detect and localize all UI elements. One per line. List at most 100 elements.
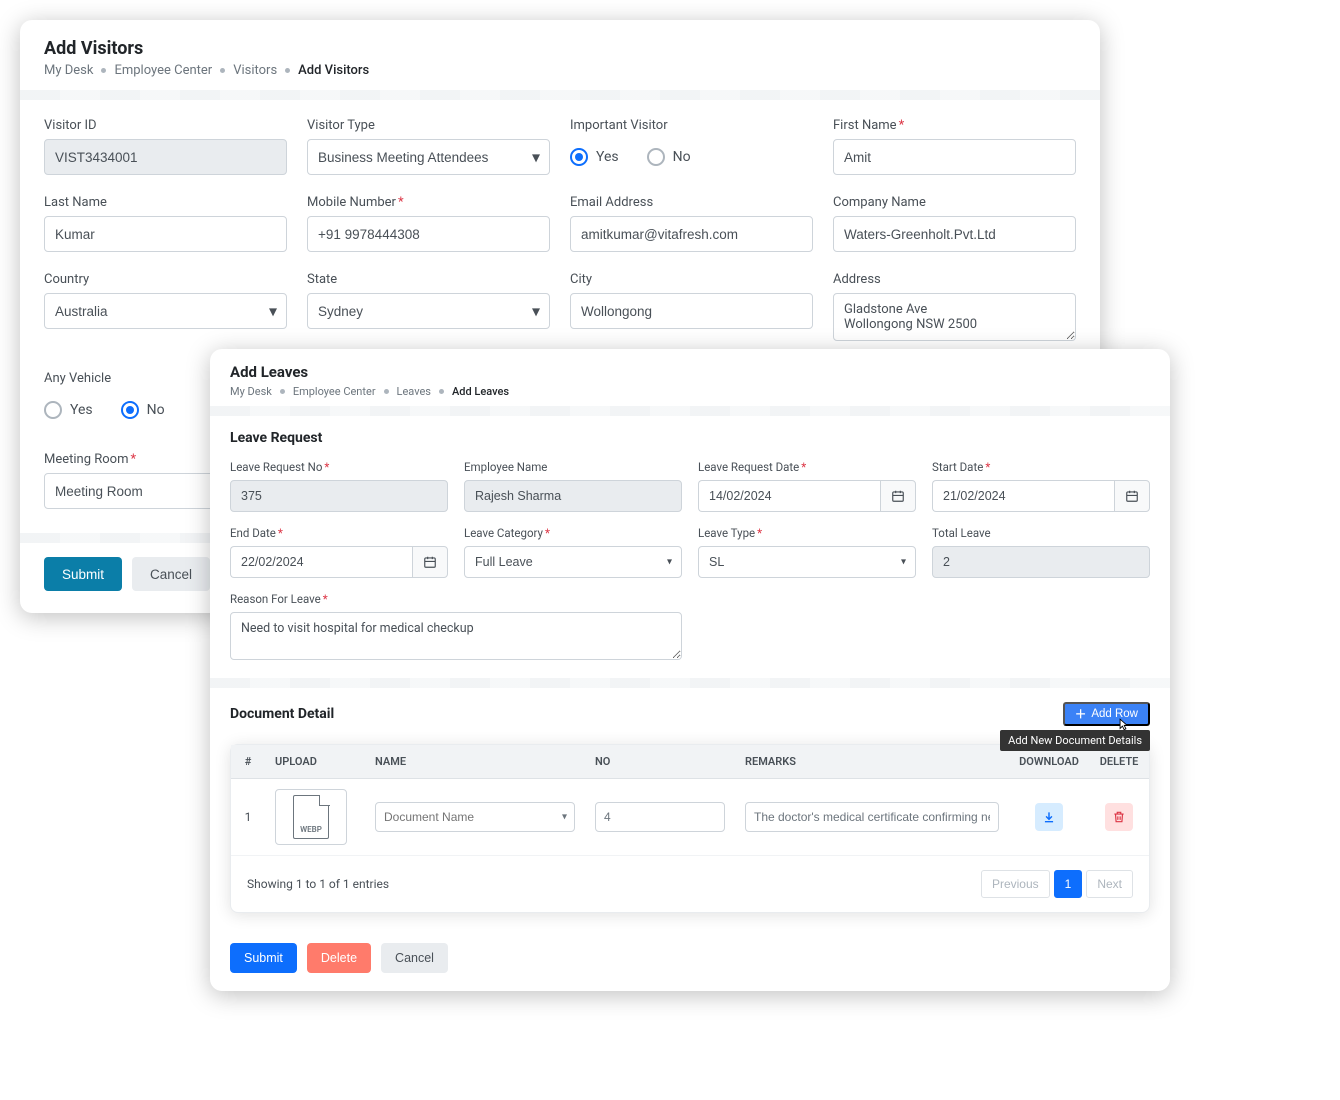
section-title: Leave Request [230,430,1150,446]
document-detail-section: Document Detail ＋ Add Row Add New Docume… [210,688,1170,933]
add-row-button[interactable]: ＋ Add Row [1063,702,1150,726]
radio-checked-icon [121,401,139,419]
visitor-id-label: Visitor ID [44,118,287,133]
plus-icon: ＋ [1075,706,1087,722]
cell-delete [1089,779,1149,856]
cell-name: ▾ [365,779,585,856]
delete-button[interactable]: Delete [307,943,371,973]
end-date-label: End Date* [230,526,448,540]
important-visitor-no[interactable]: No [647,148,691,166]
radio-checked-icon [570,148,588,166]
important-visitor-yes[interactable]: Yes [570,148,619,166]
breadcrumb-item[interactable]: Employee Center [293,385,376,398]
country-label: Country [44,272,287,287]
leaves-actions: Submit Delete Cancel [210,933,1170,991]
breadcrumb-item[interactable]: Visitors [233,63,277,78]
th-name: NAME [365,745,585,779]
documents-table-card: # UPLOAD NAME NO REMARKS DOWNLOAD DELETE… [230,744,1150,913]
leave-type-label: Leave Type* [698,526,916,540]
th-num: # [231,745,265,779]
breadcrumb-item[interactable]: My Desk [230,385,272,398]
breadcrumb: My Desk Employee Center Leaves Add Leave… [230,385,1150,398]
submit-button[interactable]: Submit [230,943,297,973]
section-title: Document Detail [230,706,334,722]
download-button[interactable] [1035,803,1063,831]
cancel-button[interactable]: Cancel [132,557,210,591]
pager-page-1[interactable]: 1 [1054,870,1083,898]
breadcrumb: My Desk Employee Center Visitors Add Vis… [44,63,1076,78]
pager-prev[interactable]: Previous [981,870,1050,898]
document-no-input[interactable] [595,802,725,832]
calendar-button[interactable] [880,480,916,512]
email-input[interactable] [570,216,813,252]
breadcrumb-item[interactable]: My Desk [44,63,93,78]
mobile-number-label: Mobile Number* [307,195,550,210]
company-input[interactable] [833,216,1076,252]
request-date-input[interactable] [698,480,880,512]
mobile-number-input[interactable] [307,216,550,252]
city-input[interactable] [570,293,813,329]
city-label: City [570,272,813,287]
radio-icon [44,401,62,419]
start-date-input[interactable] [932,480,1114,512]
th-remarks: REMARKS [735,745,1009,779]
breadcrumb-item-active: Add Visitors [298,63,369,78]
address-textarea[interactable] [833,293,1076,341]
documents-table: # UPLOAD NAME NO REMARKS DOWNLOAD DELETE… [231,745,1149,856]
calendar-button[interactable] [412,546,448,578]
entries-info: Showing 1 to 1 of 1 entries [247,877,389,891]
country-select[interactable] [44,293,287,329]
important-visitor-label: Important Visitor [570,118,813,133]
calendar-button[interactable] [1114,480,1150,512]
breadcrumb-separator [384,389,389,394]
first-name-label: First Name* [833,118,1076,133]
state-select[interactable] [307,293,550,329]
reason-textarea[interactable] [230,612,682,660]
visitor-id-input[interactable] [44,139,287,175]
leave-request-form: Leave Request Leave Request No* Employee… [210,416,1170,678]
document-name-select[interactable] [375,802,575,832]
request-no-label: Leave Request No* [230,460,448,474]
total-leave-input[interactable] [932,546,1150,578]
visitors-header: Add Visitors My Desk Employee Center Vis… [20,20,1100,90]
company-label: Company Name [833,195,1076,210]
radio-icon [647,148,665,166]
leave-type-select[interactable] [698,546,916,578]
cell-upload[interactable]: WEBP [265,779,365,856]
pager-next[interactable]: Next [1086,870,1133,898]
any-vehicle-no[interactable]: No [121,401,165,419]
breadcrumb-separator [101,68,106,73]
breadcrumb-separator [285,68,290,73]
start-date-label: Start Date* [932,460,1150,474]
employee-name-input[interactable] [464,480,682,512]
add-leaves-panel: Add Leaves My Desk Employee Center Leave… [210,349,1170,991]
visitor-type-select[interactable] [307,139,550,175]
reason-label: Reason For Leave* [230,592,682,606]
visitor-type-label: Visitor Type [307,118,550,133]
divider [210,678,1170,688]
cancel-button[interactable]: Cancel [381,943,448,973]
breadcrumb-item[interactable]: Leaves [397,385,431,398]
employee-name-label: Employee Name [464,460,682,474]
breadcrumb-item[interactable]: Employee Center [114,63,212,78]
calendar-icon [423,555,437,569]
email-label: Email Address [570,195,813,210]
document-remarks-input[interactable] [745,802,999,832]
submit-button[interactable]: Submit [44,557,122,591]
th-upload: UPLOAD [265,745,365,779]
end-date-input[interactable] [230,546,412,578]
delete-row-button[interactable] [1105,803,1133,831]
leave-category-select[interactable] [464,546,682,578]
request-no-input[interactable] [230,480,448,512]
breadcrumb-separator [280,389,285,394]
table-footer: Showing 1 to 1 of 1 entries Previous 1 N… [231,856,1149,912]
first-name-input[interactable] [833,139,1076,175]
cell-download [1009,779,1089,856]
leave-category-label: Leave Category* [464,526,682,540]
file-chip[interactable]: WEBP [275,789,347,845]
address-label: Address [833,272,1076,287]
last-name-input[interactable] [44,216,287,252]
file-icon: WEBP [293,795,329,839]
any-vehicle-yes[interactable]: Yes [44,401,93,419]
calendar-icon [1125,489,1139,503]
